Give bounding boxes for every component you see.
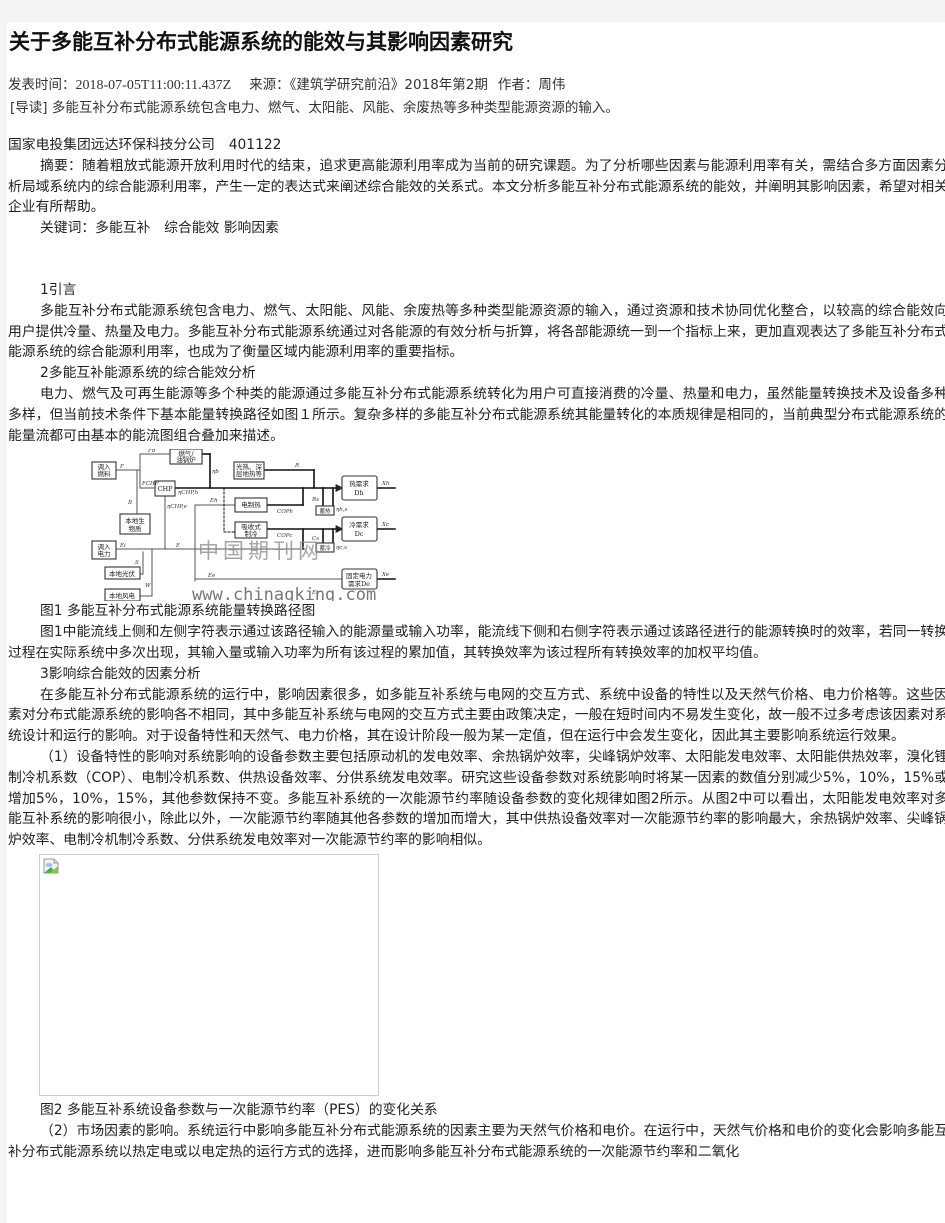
fig1-symbol: Eh <box>209 498 218 504</box>
section-3-paragraph-3: （2）市场因素的影响。系统运行中影响多能互补分布式能源系统的因素主要为天然气价格… <box>8 1122 945 1160</box>
article-body: 国家电投集团远达环保科技分公司 401122 摘要：随着粗放式能源开放利用时代的… <box>8 135 945 1162</box>
fig1-label: 本地生 <box>125 516 145 525</box>
source-value: 《建筑学研究前沿》2018年第2期 <box>289 77 488 93</box>
fig1-symbol: ηc,s <box>336 545 347 551</box>
fig1-symbol: Fb <box>147 449 156 454</box>
article-page: 关于多能互补分布式能源系统的能效与其影响因素研究 发表时间：2018-07-05… <box>7 22 945 1223</box>
keywords: 关键词：多能互补 综合能效 影响因素 <box>40 220 279 237</box>
source-label: 来源： <box>249 77 290 93</box>
fig1-symbol: B <box>127 500 132 506</box>
section-3-paragraph-1: 在多能互补分布式能源系统的运行中，影响因素很多，如多能互补系统与电网的交互方式、… <box>8 686 945 745</box>
section-1-paragraph: 多能互补分布式能源系统包含电力、燃气、太阳能、风能、余废热等多种类型能源资源的输… <box>8 302 945 361</box>
fig1-symbol: Xh <box>381 481 390 487</box>
fig1-label: CHP <box>157 485 173 493</box>
fig1-symbol: F <box>119 464 124 470</box>
fig1-symbol: ηCHP,h <box>178 490 199 496</box>
fig1-watermark-cn: 中国期刊网 <box>198 539 323 563</box>
affiliation: 国家电投集团远达环保科技分公司 401122 <box>8 137 282 153</box>
author-value: 周伟 <box>538 77 566 93</box>
fig1-label: Dh <box>354 489 363 497</box>
figure-2-caption: 图2 多能互补系统设备参数与一次能源节约率（PES）的变化关系 <box>40 1101 438 1118</box>
section-2-heading: 2多能互补能源系统的综合能效分析 <box>40 365 256 382</box>
fig1-label: 层地热等 <box>236 469 263 478</box>
fig1-symbol: Rs <box>311 497 319 503</box>
section-2-paragraph: 电力、燃气及可再生能源等多个种类的能源通过多能互补分布式能源系统转化为用户可直接… <box>8 385 945 444</box>
figure-1-description: 图1中能流线上侧和左侧字符表示通过该路径输入的能源量或输入功率，能流线下侧和右侧… <box>8 624 945 661</box>
fig1-symbol: R <box>294 463 299 469</box>
fig1-label: 本地风电 <box>109 591 136 600</box>
figure-2-image-placeholder <box>39 853 379 1096</box>
fig1-symbol: ηCHP,e <box>167 504 188 510</box>
fig1-label: Dc <box>355 530 364 538</box>
fig1-symbol: COPh <box>277 509 293 515</box>
section-3-paragraph-2: （1）设备特性的影响对系统影响的设备参数主要包括原动机的发电效率、余热锅炉效率，… <box>8 748 945 849</box>
broken-image-icon <box>43 858 59 874</box>
fig1-symbol: E <box>175 543 180 549</box>
fig1-symbol: Ei <box>119 543 126 549</box>
fig1-label: 热需求 <box>349 479 369 488</box>
fig1-symbol: Xc <box>381 522 389 528</box>
fig1-label: 电制热 <box>241 500 261 509</box>
article-lead: [导读] 多能互补分布式能源系统包含电力、燃气、太阳能、风能、余废热等多种类型能… <box>10 100 619 116</box>
abstract: 摘要：随着粗放式能源开放利用时代的结束，追求更高能源利用率成为当前的研究课题。为… <box>8 157 945 216</box>
fig1-watermark-url: www.chinaqking.com <box>192 585 376 601</box>
fig1-symbol: FCHP <box>141 481 159 487</box>
fig1-symbol: S <box>135 560 139 566</box>
section-1-heading: 1引言 <box>40 281 77 298</box>
fig1-label: 本地光伏 <box>109 569 136 578</box>
fig1-symbol: Ee <box>207 573 216 579</box>
author-label: 作者： <box>497 77 539 93</box>
fig1-symbol: ηh,s <box>336 507 348 513</box>
fig1-label: 冷需求 <box>349 520 369 529</box>
fig1-label: 物质 <box>129 524 143 533</box>
fig1-label: 制冷 <box>245 529 259 538</box>
figure-1-caption: 图1 多能互补分布式能源系统能量转换路径图 <box>40 603 316 620</box>
fig1-label: 电力 <box>98 549 111 558</box>
fig1-label: 固定电力 <box>346 571 372 580</box>
published-value: 2018-07-05T11:00:11.437Z <box>75 78 232 93</box>
published-label: 发表时间： <box>8 77 76 93</box>
fig1-symbol: ηb <box>212 469 219 475</box>
figure-1-diagram: 调入 燃料 燃气/ 油锅炉 CHP 本地生 物质 光热、深 层地热等 电制热 吸… <box>90 449 400 602</box>
section-3-heading: 3影响综合能效的因素分析 <box>40 665 201 682</box>
fig1-symbol: W <box>145 583 152 589</box>
fig1-label: 燃料 <box>98 469 112 478</box>
fig1-symbol: Xe <box>381 572 390 578</box>
fig1-label: 蓄热 <box>319 507 331 515</box>
fig1-label: 油锅炉 <box>176 455 196 464</box>
article-meta: 发表时间：2018-07-05T11:00:11.437Z 来源：《建筑学研究前沿… <box>8 73 565 94</box>
article-title: 关于多能互补分布式能源系统的能效与其影响因素研究 <box>9 30 513 54</box>
